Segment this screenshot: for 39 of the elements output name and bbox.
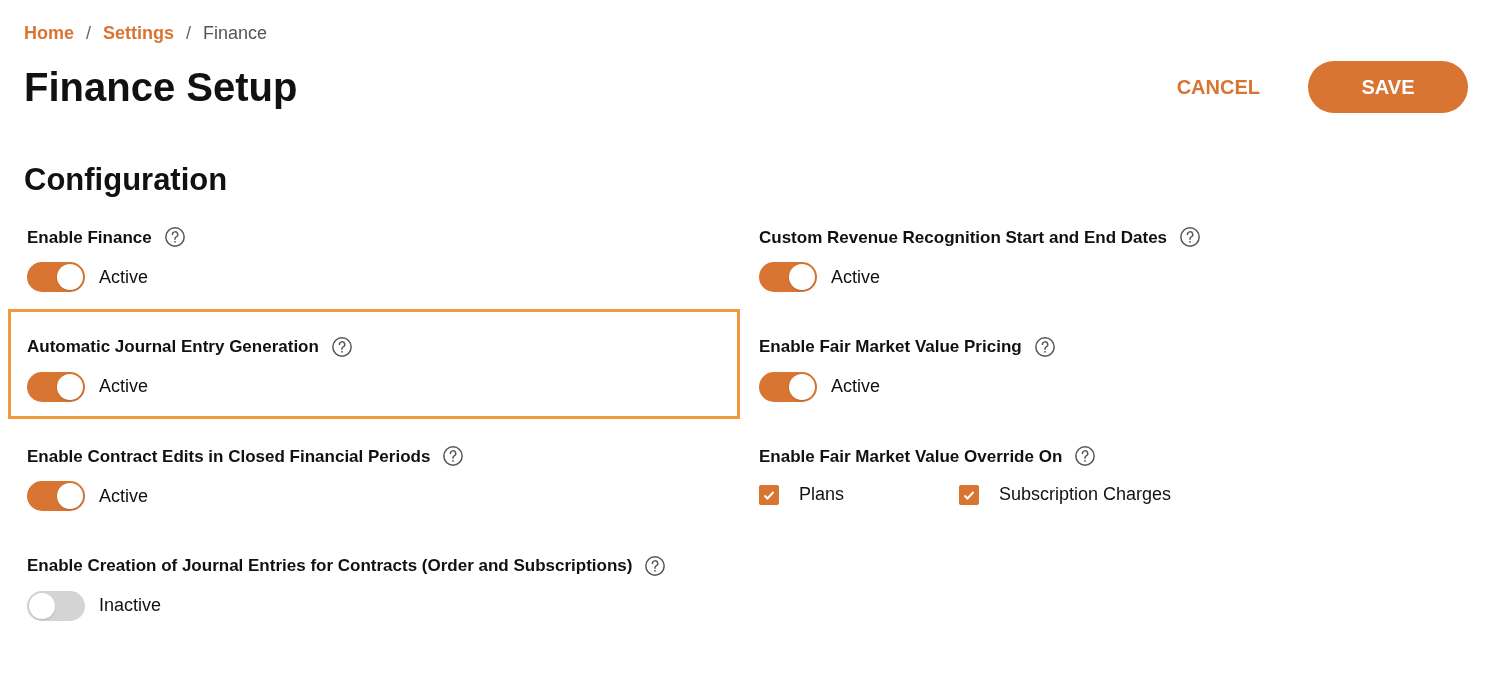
toggle-switch[interactable] [27,590,85,621]
setting-label: Enable Fair Market Value Override On [759,445,1063,468]
toggle-switch[interactable] [27,481,85,511]
help-icon[interactable] [330,335,353,358]
setting-label: Automatic Journal Entry Generation [27,336,319,358]
checkbox-label[interactable]: Subscription Charges [999,481,1172,508]
toggle-switch[interactable] [27,371,85,402]
cancel-button[interactable]: CANCEL [1168,72,1268,102]
toggle-switch[interactable] [759,262,817,292]
help-icon[interactable] [644,554,667,577]
section-title: Configuration [23,161,229,199]
checkbox-label[interactable]: Plans [799,481,845,508]
status-label: Active [99,375,149,398]
checkbox[interactable] [959,484,979,505]
breadcrumb-link[interactable]: Settings [103,20,175,47]
setting-label: Custom Revenue Recognition Start and End Dates [759,226,1168,249]
breadcrumb-current: Finance [203,22,268,45]
status-label: Inactive [99,594,162,617]
breadcrumb-separator: / [86,22,92,45]
status-label: Active [831,375,881,398]
setting-label: Enable Contract Edits in Closed Financial Periods [27,445,431,468]
checkbox[interactable] [759,484,779,505]
help-icon[interactable] [442,445,465,468]
toggle-switch[interactable] [759,371,817,402]
help-icon[interactable] [1033,335,1056,358]
help-icon[interactable] [163,226,186,249]
status-label: Active [99,265,149,289]
help-icon[interactable] [1179,226,1202,249]
breadcrumb-separator: / [186,22,192,45]
status-label: Active [99,484,149,508]
breadcrumb-link[interactable]: Home [24,20,74,47]
setting-label: Enable Finance [27,226,152,249]
setting-label: Enable Creation of Journal Entries for Contracts (Order and Subscriptions) [27,555,633,577]
status-label: Active [831,265,881,289]
setting-label: Enable Fair Market Value Pricing [759,336,1022,358]
toggle-switch[interactable] [27,262,85,292]
page-title: Finance Setup [24,64,298,111]
save-button[interactable]: SAVE [1308,61,1468,113]
help-icon[interactable] [1074,445,1097,468]
